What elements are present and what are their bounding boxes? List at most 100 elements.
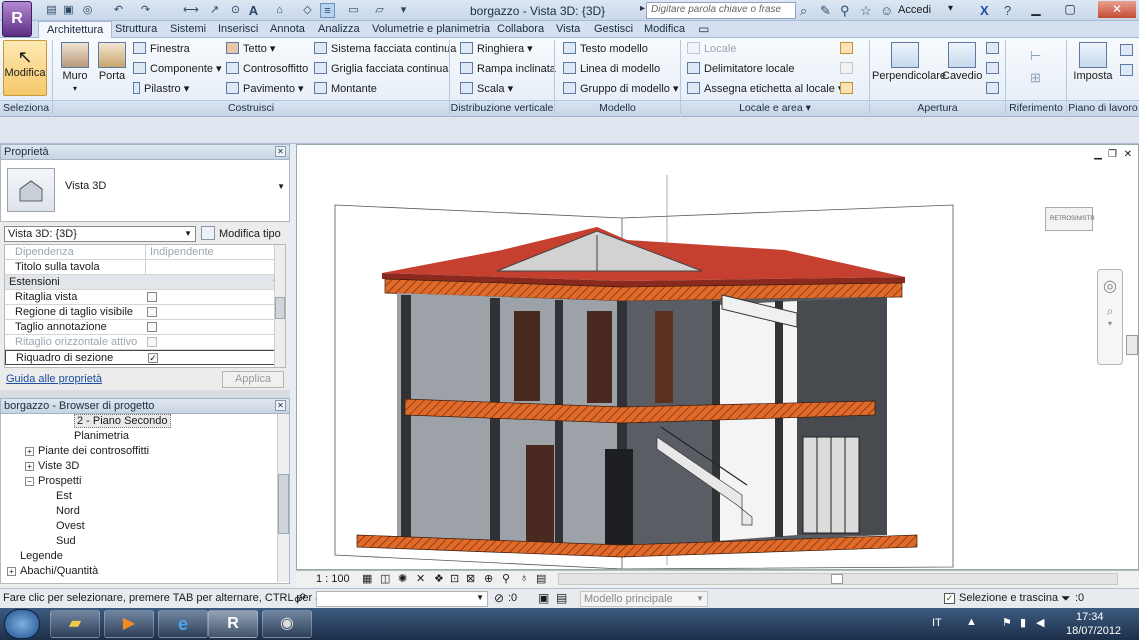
testo-modello-button[interactable]: Testo modello bbox=[563, 42, 648, 55]
perpendicolare-button[interactable]: Perpendicolare bbox=[872, 42, 946, 82]
delimitatore-locale-button[interactable]: Delimitatore locale bbox=[687, 62, 794, 75]
press-drag-checkbox[interactable]: ✓ bbox=[944, 593, 955, 604]
montante-button[interactable]: Montante bbox=[314, 82, 377, 95]
qat-dropdown-icon[interactable]: ▾ bbox=[396, 3, 411, 18]
panel-seleziona[interactable]: Seleziona bbox=[0, 100, 52, 116]
pilastro-button[interactable]: Pilastro ▾ bbox=[133, 82, 189, 95]
finestra-button[interactable]: Finestra bbox=[133, 42, 190, 55]
tab-struttura[interactable]: Struttura bbox=[115, 21, 157, 38]
close-icon[interactable]: ✕ bbox=[275, 400, 286, 411]
section-icon[interactable]: ◇ bbox=[300, 3, 315, 18]
expand-icon[interactable]: + bbox=[25, 447, 34, 456]
area-icon[interactable] bbox=[840, 42, 853, 54]
controsoffitto-button[interactable]: Controsoffitto bbox=[226, 62, 308, 75]
user-icon[interactable]: ☺ bbox=[880, 3, 893, 18]
tray-flag-icon[interactable]: ⚑ bbox=[1002, 616, 1012, 629]
area-boundary-icon[interactable] bbox=[840, 62, 853, 74]
browser-item[interactable]: + Piante dei controsoffitti bbox=[1, 444, 289, 459]
save-icon[interactable]: ▣ bbox=[61, 3, 76, 18]
modifica-button[interactable]: ↖ Modifica bbox=[3, 40, 47, 96]
browser-item[interactable]: + Viste 3D bbox=[1, 459, 289, 474]
editable-only-icon[interactable]: ⊘ bbox=[494, 591, 504, 605]
lock-view-icon[interactable]: ⊕ bbox=[484, 572, 493, 585]
tray-network-icon[interactable]: ▮ bbox=[1020, 616, 1026, 629]
tab-gestisci[interactable]: Gestisci bbox=[594, 21, 633, 38]
scala-button[interactable]: Scala ▾ bbox=[460, 82, 513, 95]
horizontal-scrollbar[interactable] bbox=[558, 573, 1118, 585]
panel-locale-area[interactable]: Locale e area ▾ bbox=[681, 100, 869, 116]
etichetta-locale-button[interactable]: Assegna etichetta al locale ▾ bbox=[687, 82, 843, 95]
tab-architettura[interactable]: Architettura bbox=[38, 21, 113, 38]
tab-inserisci[interactable]: Inserisci bbox=[218, 21, 258, 38]
browser-item[interactable]: 2 - Piano Secondo bbox=[1, 414, 289, 429]
ribbon-minimize-icon[interactable]: ▭ bbox=[698, 21, 709, 38]
grid-icon[interactable]: ⊞ bbox=[1030, 70, 1041, 86]
undo-icon[interactable]: ↶ bbox=[111, 3, 126, 18]
panel-apertura[interactable]: Apertura bbox=[870, 100, 1005, 116]
maximize-button[interactable]: ▢ bbox=[1060, 1, 1080, 18]
taskbar-media-player[interactable]: ▶ bbox=[104, 610, 154, 638]
muro-button[interactable]: Muro ▾ bbox=[58, 42, 92, 94]
browser-item[interactable]: Sud bbox=[1, 534, 289, 549]
dormer-opening-icon[interactable] bbox=[986, 82, 999, 94]
tab-analizza[interactable]: Analizza bbox=[318, 21, 360, 38]
help-icon[interactable]: ? bbox=[1004, 3, 1011, 18]
switch-windows-icon[interactable]: ▱ bbox=[372, 3, 387, 18]
view-3d-canvas[interactable]: ▁ ❐ ✕ RETRO SINISTR ◎ ⌕ ▾ bbox=[296, 144, 1139, 570]
rampa-button[interactable]: Rampa inclinata bbox=[460, 62, 556, 75]
panel-distribuzione-verticale[interactable]: Distribuzione verticale bbox=[450, 100, 554, 116]
prop-row-dipendenza[interactable]: Dipendenza Indipendente bbox=[5, 245, 285, 260]
application-menu-button[interactable]: R bbox=[2, 1, 32, 37]
exchange-apps-icon[interactable]: X bbox=[980, 3, 989, 18]
chevron-right-icon[interactable]: ▸ bbox=[640, 3, 645, 14]
shadows-icon[interactable]: ✕ bbox=[416, 572, 425, 585]
componente-button[interactable]: Componente ▾ bbox=[133, 62, 222, 75]
taskbar-explorer[interactable]: ▰ bbox=[50, 610, 100, 638]
crop-view-icon[interactable]: ⊡ bbox=[450, 572, 459, 585]
steering-wheel-icon[interactable]: ◎ bbox=[1098, 276, 1122, 296]
sync-icon[interactable]: ◎ bbox=[80, 3, 95, 18]
canvas-scroll-thumb[interactable] bbox=[1126, 335, 1138, 355]
start-button[interactable] bbox=[4, 609, 40, 639]
open-icon[interactable]: ▤ bbox=[44, 3, 59, 18]
dimension-icon[interactable]: ↗ bbox=[207, 3, 222, 18]
design-options-icon[interactable]: ▣ bbox=[538, 591, 549, 605]
browser-item[interactable]: Ovest bbox=[1, 519, 289, 534]
exclude-options-icon[interactable]: ▤ bbox=[556, 591, 567, 605]
apply-button[interactable]: Applica bbox=[222, 371, 284, 388]
render-icon[interactable]: ❖ bbox=[434, 572, 444, 585]
panel-riferimento[interactable]: Riferimento bbox=[1006, 100, 1066, 116]
visual-style-icon[interactable]: ◫ bbox=[380, 572, 390, 585]
browser-item[interactable]: + Abachi/Quantità bbox=[1, 564, 289, 579]
minimize-button[interactable]: ▁ bbox=[1026, 1, 1046, 18]
expand-icon[interactable]: + bbox=[7, 567, 16, 576]
tab-modifica[interactable]: Modifica bbox=[644, 21, 685, 38]
viewcube-face-left[interactable]: RETRO bbox=[1050, 216, 1071, 222]
pavimento-button[interactable]: Pavimento ▾ bbox=[226, 82, 304, 95]
panel-modello[interactable]: Modello bbox=[555, 100, 680, 116]
show-workplane-icon[interactable] bbox=[1120, 44, 1133, 56]
filter-icon[interactable]: ⏷ bbox=[1061, 591, 1071, 606]
porta-button[interactable]: Porta bbox=[96, 42, 128, 82]
subscription-icon[interactable]: ✎ bbox=[820, 3, 831, 19]
tray-expand-icon[interactable]: ▲ bbox=[966, 616, 977, 628]
tray-volume-icon[interactable]: ◀ bbox=[1036, 616, 1044, 629]
griglia-facciata-button[interactable]: Griglia facciata continua bbox=[314, 62, 448, 75]
wall-opening-icon[interactable] bbox=[986, 42, 999, 54]
communication-icon[interactable]: ⚲ bbox=[840, 3, 850, 19]
zoom-icon[interactable]: ⌕ bbox=[1098, 304, 1122, 319]
cavedio-button[interactable]: Cavedio bbox=[942, 42, 982, 82]
prop-row-ritaglio-orizzontale[interactable]: Ritaglio orizzontale attivo bbox=[5, 335, 285, 350]
checkbox[interactable]: ✓ bbox=[148, 353, 158, 363]
crop-region-icon[interactable]: ⊠ bbox=[466, 572, 475, 585]
checkbox[interactable] bbox=[147, 307, 157, 317]
browser-item[interactable]: Nord bbox=[1, 504, 289, 519]
close-icon[interactable]: ✕ bbox=[275, 146, 286, 157]
edit-type-icon[interactable] bbox=[201, 226, 215, 240]
taskbar-browser[interactable]: e bbox=[158, 610, 208, 638]
type-dropdown-icon[interactable]: ▼ bbox=[277, 182, 285, 191]
clock-time[interactable]: 17:34 bbox=[1076, 611, 1104, 623]
favorites-star-icon[interactable]: ☆ bbox=[860, 3, 872, 19]
clock-date[interactable]: 18/07/2012 bbox=[1066, 625, 1121, 637]
measure-icon[interactable]: ⟷ bbox=[183, 3, 199, 18]
